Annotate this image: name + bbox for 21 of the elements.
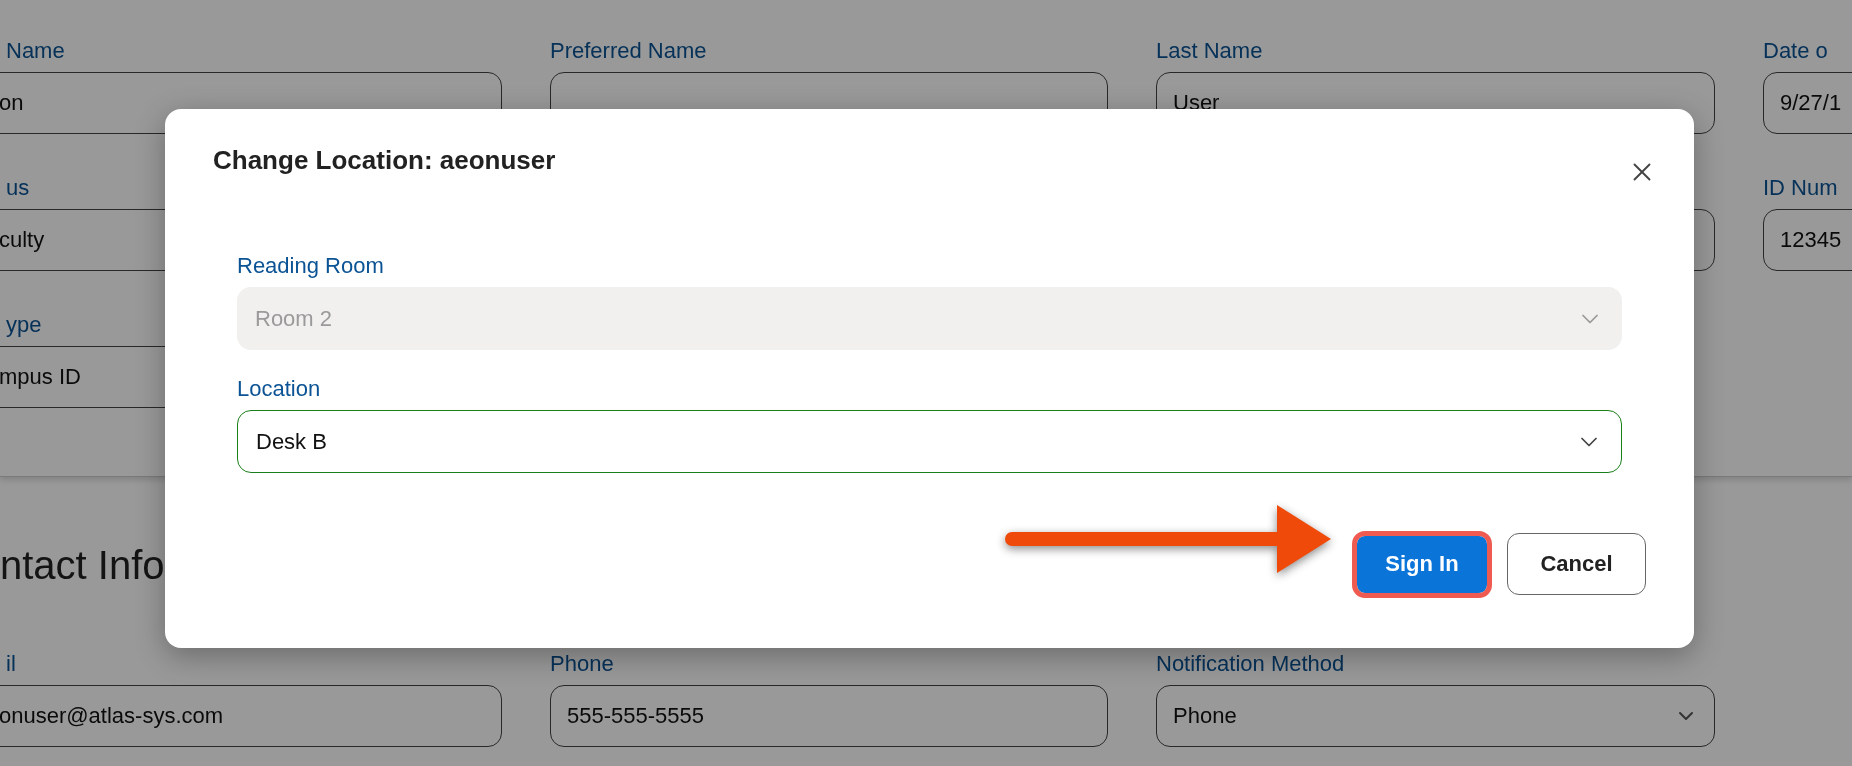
field-label: Last Name	[1156, 38, 1263, 64]
field-label: Reading Room	[237, 253, 384, 279]
input-field[interactable]: onuser@atlas-sys.com	[0, 685, 502, 747]
field-label: us	[5, 175, 30, 201]
field-label: Phone	[550, 651, 614, 677]
field-label: ype	[5, 312, 42, 338]
field-label: Preferred Name	[550, 38, 707, 64]
field-label: Location	[237, 376, 321, 402]
select-field[interactable]: Phone	[1156, 685, 1715, 747]
field-label: ID Num	[1763, 175, 1838, 201]
input-field[interactable]: 12345	[1763, 209, 1852, 271]
field-label: Date o	[1763, 38, 1828, 64]
section-heading: ntact Info	[0, 542, 165, 589]
cancel-button[interactable]: Cancel	[1507, 533, 1646, 595]
select-field[interactable]: Desk B	[237, 410, 1622, 473]
field-label: il	[5, 651, 16, 677]
field-label: Notification Method	[1156, 651, 1345, 677]
field-label: Name	[5, 38, 65, 64]
dialog-title: Change Location: aeonuser	[213, 145, 556, 175]
input-field[interactable]: 555-555-5555	[550, 685, 1108, 747]
input-field[interactable]: 9/27/1	[1763, 72, 1852, 134]
